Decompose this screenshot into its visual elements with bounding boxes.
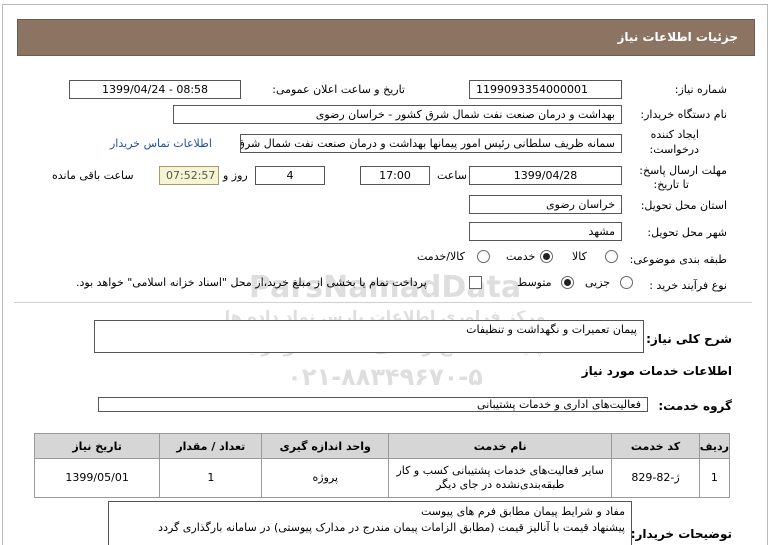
services-title: اطلاعات خدمات مورد نیاز	[581, 364, 732, 378]
buyer-notes-label: توضیحات خریدار:	[630, 527, 732, 541]
category-option-goods-service: کالا/خدمت	[417, 250, 465, 263]
province-label: استان محل تحویل:	[640, 199, 727, 212]
service-group-label: گروه خدمت:	[658, 399, 732, 413]
table-header-row: ردیف کد خدمت نام خدمت واحد اندازه گیری ت…	[33, 433, 731, 459]
category-option-goods: کالا	[572, 250, 587, 263]
header-bar: جزئیات اطلاعات نیاز	[17, 19, 755, 56]
cell-qty: 1	[159, 458, 263, 498]
city-label: شهر محل تحویل:	[647, 226, 727, 239]
announce-field[interactable]: 1399/04/24 - 08:58	[69, 80, 241, 99]
deadline-label-2: تا تاریخ:	[653, 178, 689, 191]
buyer-field[interactable]: بهداشت و درمان صنعت نفت شمال شرق کشور - …	[173, 105, 622, 124]
buyer-label: نام دستگاه خریدار:	[640, 108, 727, 121]
divider	[14, 302, 752, 303]
creator-label-2: درخواست:	[649, 143, 699, 156]
deadline-label-1: مهلت ارسال پاسخ:	[639, 164, 727, 177]
process-label: نوع فرآیند خرید :	[649, 279, 727, 292]
cell-name: سایر فعالیت‌های خدمات پشتیبانی کسب و کار…	[388, 458, 613, 498]
need-number-field[interactable]: 1199093354000001	[469, 80, 622, 99]
buyer-notes-field[interactable]: مفاد و شرایط پیمان مطابق فرم های پیوست پ…	[108, 501, 632, 545]
col-unit: واحد اندازه گیری	[261, 433, 390, 459]
summary-value: پیمان تعمیرات و نگهداشت و تنظیفات	[466, 323, 637, 336]
summary-field[interactable]: پیمان تعمیرات و نگهداشت و تنظیفات	[94, 320, 644, 353]
cell-code: ژ-82-829	[611, 458, 700, 498]
deadline-time-field[interactable]: 17:00	[360, 166, 430, 185]
day-and-label: روز و	[223, 169, 248, 182]
deadline-date-field[interactable]: 1399/04/28	[469, 166, 622, 185]
time-label: ساعت	[437, 169, 467, 182]
announce-label: تاریخ و ساعت اعلان عمومی:	[272, 83, 405, 96]
treasury-checkbox[interactable]	[469, 276, 482, 289]
need-number-label: شماره نیاز:	[674, 83, 727, 96]
page-title: جزئیات اطلاعات نیاز	[617, 30, 738, 44]
treasury-note: پرداخت تمام یا بخشی از مبلغ خرید،از محل …	[76, 276, 427, 289]
city-field[interactable]: مشهد	[469, 222, 622, 241]
buyer-notes-line-1: مفاد و شرایط پیمان مطابق فرم های پیوست	[421, 505, 625, 518]
cell-name-line-2: طبقه‌بندی‌نشده در جای دیگر	[436, 478, 565, 491]
remaining-label: ساعت باقی مانده	[52, 169, 134, 182]
process-option-medium: متوسط	[517, 276, 552, 289]
process-radio-medium[interactable]	[561, 276, 574, 289]
col-name: نام خدمت	[388, 433, 613, 459]
summary-label: شرح کلی نیاز:	[646, 332, 732, 346]
table-row: 1 ژ-82-829 سایر فعالیت‌های خدمات پشتیبان…	[33, 458, 731, 498]
category-radio-goods-service[interactable]	[477, 250, 490, 263]
province-field[interactable]: خراسان رضوی	[469, 195, 622, 214]
creator-field[interactable]: سمانه ظریف سلطانی رئیس امور پیمانها بهدا…	[240, 134, 622, 153]
col-qty: تعداد / مقدار	[159, 433, 263, 459]
category-option-service: خدمت	[506, 250, 536, 263]
category-radio-service[interactable]	[540, 250, 553, 263]
creator-label-1: ایجاد کننده	[650, 128, 699, 141]
cell-unit: پروژه	[261, 458, 390, 498]
category-label: طبقه بندی موضوعی:	[629, 253, 727, 266]
cell-row: 1	[698, 458, 731, 498]
contact-info-link[interactable]: اطلاعات تماس خریدار	[110, 137, 212, 150]
cell-date: 1399/05/01	[33, 458, 161, 498]
cell-name-line-1: سایر فعالیت‌های خدمات پشتیبانی کسب و کار	[396, 464, 604, 477]
col-code: کد خدمت	[611, 433, 700, 459]
col-row: ردیف	[698, 433, 731, 459]
days-field[interactable]: 4	[255, 166, 325, 185]
services-table: ردیف کد خدمت نام خدمت واحد اندازه گیری ت…	[33, 433, 731, 498]
process-radio-minor[interactable]	[620, 276, 633, 289]
col-date: تاریخ نیاز	[33, 433, 161, 459]
buyer-notes-line-2: پیشنهاد قیمت با آنالیز قیمت (مطابق الزام…	[158, 521, 625, 534]
process-option-minor: جزیی	[585, 276, 611, 289]
service-group-field[interactable]: فعالیت‌های اداری و خدمات پشتیبانی	[98, 397, 648, 412]
category-radio-goods[interactable]	[605, 250, 618, 263]
remaining-time-field: 07:52:57	[159, 166, 219, 185]
